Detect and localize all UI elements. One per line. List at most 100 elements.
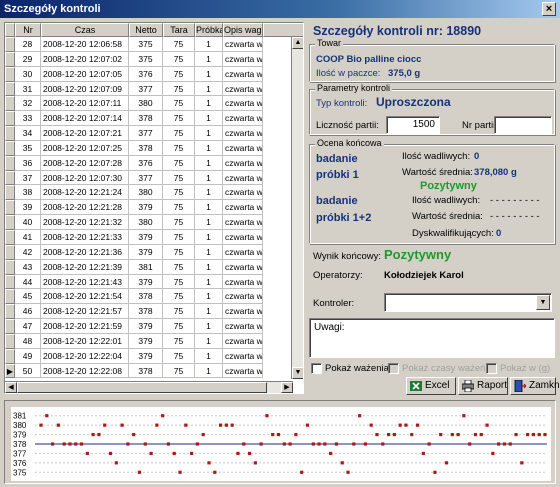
table-row[interactable]: 412008-12-20 12:21:33379751czwarta wa — [5, 229, 293, 245]
show-times-checkbox[interactable] — [388, 363, 399, 374]
row-selector[interactable] — [5, 66, 15, 82]
lot-number-input[interactable] — [494, 116, 552, 134]
data-point — [120, 423, 124, 427]
row-selector[interactable] — [5, 274, 15, 290]
table-row[interactable]: 312008-12-20 12:07:09377751czwarta wa — [5, 81, 293, 97]
row-selector[interactable] — [5, 200, 15, 216]
table-row[interactable]: 452008-12-20 12:21:54378751czwarta wa — [5, 289, 293, 305]
data-point — [543, 432, 547, 437]
table-row[interactable]: 482008-12-20 12:22:01379751czwarta wa — [5, 333, 293, 349]
row-selector[interactable] — [5, 140, 15, 156]
table-row[interactable]: 282008-12-20 12:06:58375751czwarta wa — [5, 37, 293, 52]
row-selector[interactable] — [5, 348, 15, 364]
row-selector[interactable] — [5, 37, 15, 52]
table-row[interactable]: 382008-12-20 12:21:24380751czwarta wa — [5, 185, 293, 201]
col-header-czas[interactable]: Czas — [41, 23, 129, 37]
table-row[interactable]: 402008-12-20 12:21:32380751czwarta wa — [5, 215, 293, 230]
data-point — [444, 461, 449, 465]
table-row[interactable]: 342008-12-20 12:07:21377751czwarta wa — [5, 126, 293, 141]
close-button[interactable]: Zamknij — [510, 377, 560, 395]
table-cell: 37 — [15, 170, 41, 186]
col-header-nr[interactable]: Nr — [15, 23, 41, 37]
scroll-down-icon[interactable]: ▼ — [292, 367, 303, 379]
table-cell: 2008-12-20 12:21:43 — [41, 274, 129, 290]
horizontal-scroll-thumb[interactable] — [17, 382, 267, 393]
table-cell: czwarta wa — [223, 304, 263, 320]
row-selector[interactable]: ▶ — [5, 363, 15, 379]
notes-field[interactable]: Uwagi: — [309, 318, 555, 358]
table-row[interactable]: 372008-12-20 12:07:30377751czwarta wa — [5, 170, 293, 186]
sample1-title-line1: badanie — [316, 153, 358, 165]
controller-select[interactable]: ▼ — [384, 293, 552, 312]
data-point — [468, 442, 472, 446]
data-point — [276, 432, 281, 437]
row-selector[interactable] — [5, 289, 15, 305]
grid-vertical-scrollbar[interactable]: ▲ ▼ — [291, 37, 303, 379]
show-grams-checkbox[interactable] — [486, 363, 497, 374]
lot-size-input[interactable]: 1500 — [386, 116, 440, 134]
row-selector[interactable] — [5, 319, 15, 334]
report-button[interactable]: Raport — [458, 377, 508, 395]
table-row[interactable]: 392008-12-20 12:21:28379751czwarta wa — [5, 200, 293, 216]
row-selector[interactable] — [5, 229, 15, 245]
table-row[interactable]: 422008-12-20 12:21:36379751czwarta wa — [5, 244, 293, 260]
chevron-down-icon[interactable]: ▼ — [536, 295, 550, 310]
data-point — [56, 423, 60, 427]
row-selector[interactable] — [5, 215, 15, 230]
table-row[interactable]: 322008-12-20 12:07:11380751czwarta wa — [5, 96, 293, 112]
row-selector[interactable] — [5, 81, 15, 97]
row-selector[interactable] — [5, 244, 15, 260]
row-selector[interactable] — [5, 170, 15, 186]
table-cell: 33 — [15, 111, 41, 127]
scroll-right-icon[interactable]: ▶ — [281, 382, 293, 393]
table-cell: 1 — [195, 81, 223, 97]
row-selector[interactable] — [5, 259, 15, 275]
scroll-up-icon[interactable]: ▲ — [292, 37, 303, 49]
col-header-netto[interactable]: Netto — [129, 23, 163, 37]
table-cell: 29 — [15, 51, 41, 67]
data-point — [334, 442, 339, 446]
table-cell: 43 — [15, 259, 41, 275]
row-selector[interactable] — [5, 111, 15, 127]
table-row[interactable]: 492008-12-20 12:22:04379751czwarta wa — [5, 348, 293, 364]
table-cell: 379 — [129, 319, 163, 334]
row-selector[interactable] — [5, 304, 15, 320]
y-tick-label: 376 — [13, 459, 27, 468]
row-selector[interactable] — [5, 333, 15, 349]
col-header-opis[interactable]: Opis wagi — [223, 23, 263, 37]
table-cell: 379 — [129, 244, 163, 260]
show-weighing-checkbox[interactable] — [311, 363, 322, 374]
table-row[interactable]: 352008-12-20 12:07:25378751czwarta wa — [5, 140, 293, 156]
table-row[interactable]: 332008-12-20 12:07:14378751czwarta wa — [5, 111, 293, 127]
table-row[interactable]: 442008-12-20 12:21:43379751czwarta wa — [5, 274, 293, 290]
table-row[interactable]: 362008-12-20 12:07:28376751czwarta wa — [5, 155, 293, 171]
table-cell: 379 — [129, 274, 163, 290]
table-row[interactable]: 292008-12-20 12:07:02375751czwarta wa — [5, 51, 293, 67]
table-row[interactable]: 302008-12-20 12:07:05376751czwarta wa — [5, 66, 293, 82]
row-selector[interactable] — [5, 155, 15, 171]
data-point — [479, 432, 483, 437]
table-cell: czwarta wa — [223, 200, 263, 216]
table-row[interactable]: 472008-12-20 12:21:59379751czwarta wa — [5, 319, 293, 334]
data-point — [502, 442, 507, 446]
row-selector[interactable] — [5, 185, 15, 201]
table-row[interactable]: 462008-12-20 12:21:57378751czwarta wa — [5, 304, 293, 320]
measurements-grid[interactable]: Nr Czas Netto Tara Próbka Opis wagi 28 20… — [4, 22, 304, 394]
col-header-probka[interactable]: Próbka — [195, 23, 223, 37]
table-cell: 2008-12-20 12:07:21 — [41, 126, 129, 141]
mean2-value: - - - - - - - - - — [490, 211, 540, 222]
col-header-tara[interactable]: Tara — [163, 23, 195, 37]
row-selector[interactable] — [5, 126, 15, 141]
scroll-left-icon[interactable]: ◀ — [5, 382, 17, 393]
table-row[interactable]: 432008-12-20 12:21:39381751czwarta wa — [5, 259, 293, 275]
excel-button[interactable]: Excel — [406, 377, 456, 395]
data-point — [137, 470, 142, 474]
table-cell: 2008-12-20 12:22:04 — [41, 348, 129, 364]
row-selector[interactable] — [5, 51, 15, 67]
row-selector[interactable] — [5, 96, 15, 112]
table-cell: 75 — [163, 244, 195, 260]
table-row[interactable]: ▶502008-12-20 12:22:08378751czwarta wa — [5, 363, 293, 379]
grid-horizontal-scrollbar[interactable]: ◀ ▶ — [5, 381, 293, 393]
close-icon[interactable]: × — [542, 2, 556, 16]
table-cell: 75 — [163, 96, 195, 112]
